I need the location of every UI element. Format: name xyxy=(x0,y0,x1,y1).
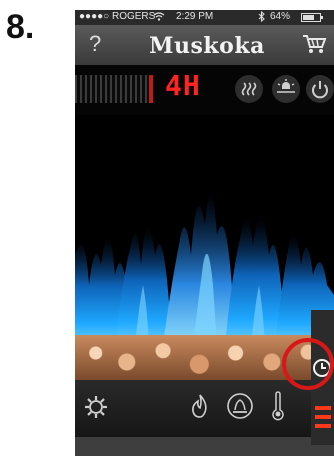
battery-label: 64% xyxy=(270,11,291,22)
timer-level-bar xyxy=(315,424,331,428)
heat-button[interactable] xyxy=(235,75,263,103)
timer-level-bar xyxy=(315,406,331,410)
brand-logo: Muskoka xyxy=(149,33,265,59)
flame-display xyxy=(75,115,334,345)
step-number: 8. xyxy=(6,8,35,46)
carrier-label: ●●●●○ ROGERS xyxy=(79,11,156,22)
help-button[interactable]: ? xyxy=(89,31,101,57)
thermometer-icon[interactable] xyxy=(271,390,285,427)
app-header: ? Muskoka xyxy=(75,25,334,65)
status-bar: ●●●●○ ROGERS 2:29 PM 64% xyxy=(75,10,334,25)
clock-label: 2:29 PM xyxy=(176,11,214,22)
gear-icon[interactable] xyxy=(83,394,109,425)
highlight-circle xyxy=(282,338,334,390)
battery-icon xyxy=(301,13,323,25)
power-icon xyxy=(312,81,328,99)
wifi-icon xyxy=(153,12,165,24)
control-bar: 4H xyxy=(75,65,334,115)
cart-icon[interactable] xyxy=(301,33,327,60)
timer-display: 4H xyxy=(165,69,201,102)
bottom-strip xyxy=(75,437,334,456)
phone-screen: ●●●●○ ROGERS 2:29 PM 64% ? Muskoka 4H xyxy=(75,10,334,456)
power-button[interactable] xyxy=(306,75,334,103)
flame-icon[interactable] xyxy=(188,392,212,425)
flame-level-slider[interactable] xyxy=(75,75,153,103)
bluetooth-icon xyxy=(258,10,265,25)
light-button[interactable] xyxy=(272,75,300,103)
timer-level-bar xyxy=(315,415,331,419)
ember-bed-icon[interactable] xyxy=(226,392,254,425)
bottom-toolbar xyxy=(75,380,334,437)
light-icon xyxy=(277,79,295,93)
heat-icon xyxy=(241,82,257,96)
